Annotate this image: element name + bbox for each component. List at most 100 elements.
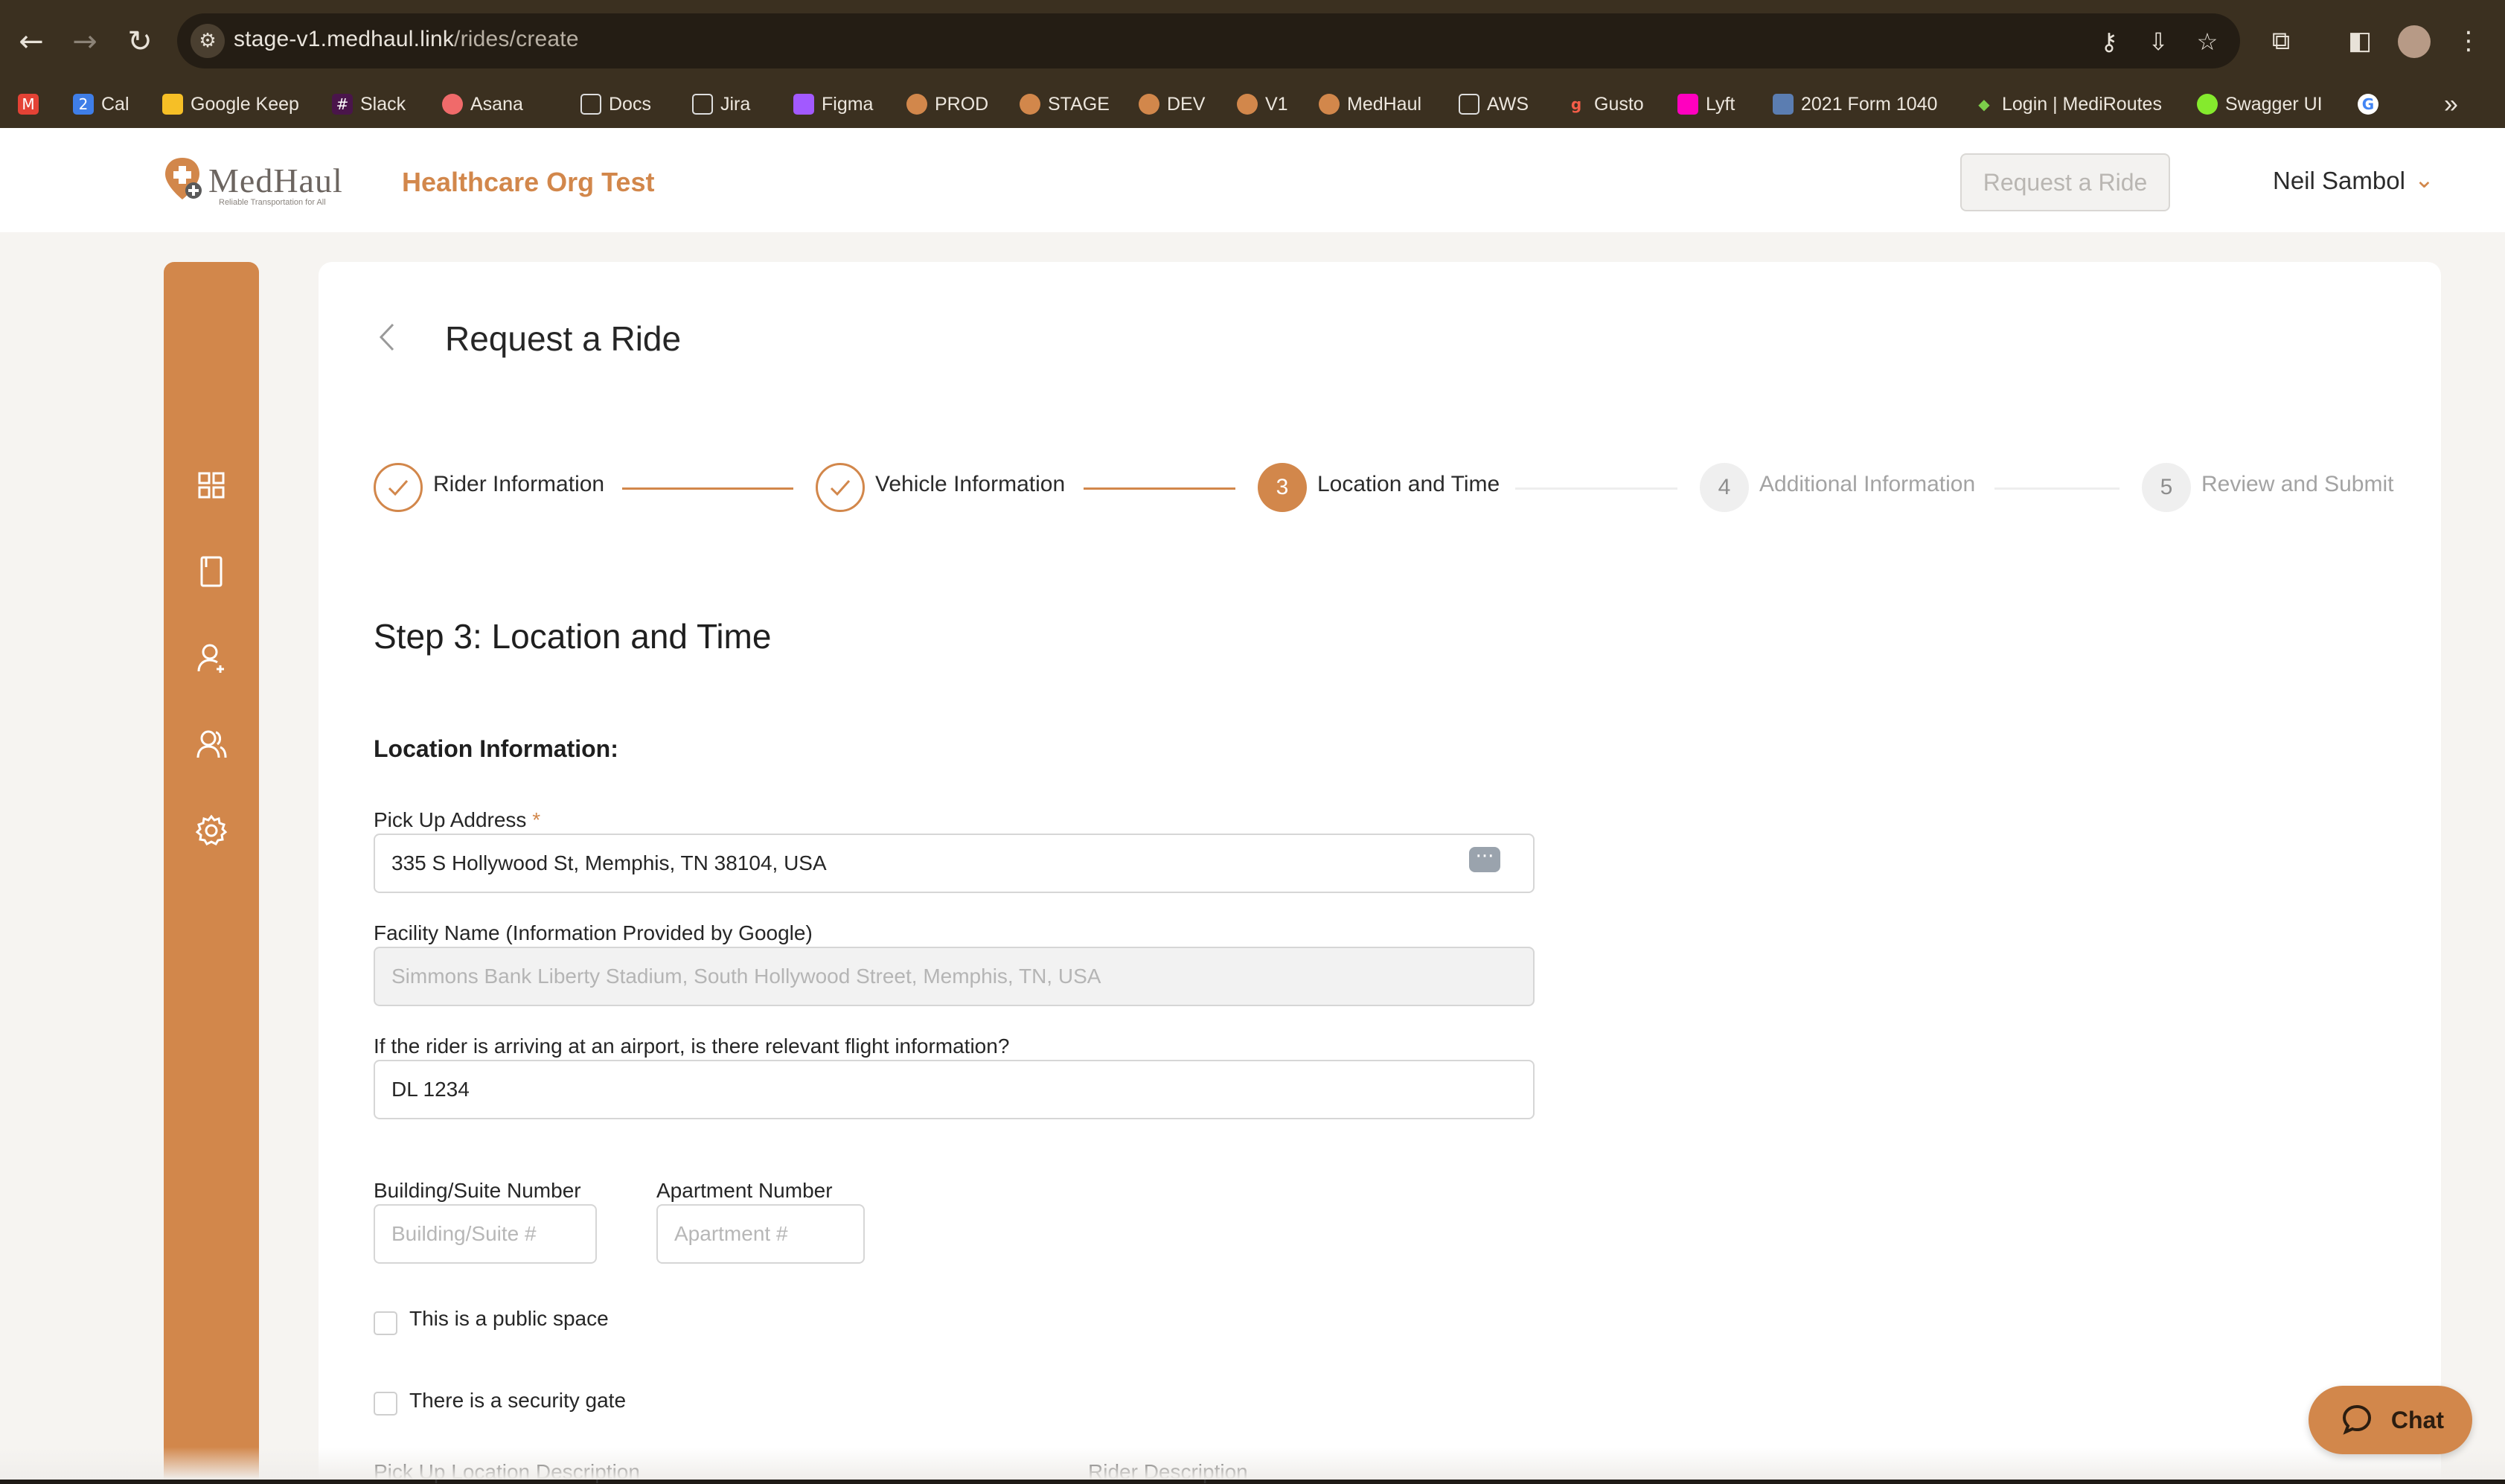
medhaul-icon bbox=[906, 94, 927, 115]
star-icon[interactable]: ☆ bbox=[2191, 25, 2224, 58]
public-space-label[interactable]: This is a public space bbox=[409, 1307, 609, 1331]
keep-icon bbox=[162, 94, 183, 115]
app-header: MedHaul Reliable Transportation for All … bbox=[0, 128, 2505, 232]
site-settings-icon[interactable]: ⚙ bbox=[191, 24, 225, 58]
medhaul-icon bbox=[1237, 94, 1258, 115]
chevron-down-icon[interactable]: ⌄ bbox=[2414, 165, 2434, 194]
bookmarks-bar: M 2 Cal Google Keep # Slack Asana Docs Jir… bbox=[0, 82, 2505, 128]
back-chevron-icon[interactable] bbox=[372, 319, 402, 356]
bookmark-jira[interactable]: Jira bbox=[692, 89, 750, 119]
step-1-check-icon[interactable] bbox=[374, 463, 423, 512]
side-panel-icon[interactable]: ◧ bbox=[2341, 22, 2378, 60]
step-1-label[interactable]: Rider Information bbox=[433, 472, 604, 497]
step-4-number[interactable]: 4 bbox=[1700, 463, 1749, 512]
apartment-number-label: Apartment Number bbox=[656, 1179, 833, 1202]
pickup-address-input[interactable]: 335 S Hollywood St, Memphis, TN 38104, U… bbox=[374, 834, 1535, 893]
settings-gear-icon[interactable] bbox=[191, 810, 232, 851]
bookmark-mediroutes[interactable]: ◆ Login | MediRoutes bbox=[1974, 89, 2162, 119]
step-connector bbox=[622, 487, 793, 490]
dashboard-grid-icon[interactable] bbox=[191, 464, 232, 506]
section-heading: Location Information: bbox=[374, 735, 618, 762]
bookmark-dev[interactable]: DEV bbox=[1139, 89, 1205, 119]
riders-icon[interactable] bbox=[191, 723, 232, 765]
security-gate-checkbox[interactable] bbox=[374, 1392, 397, 1416]
bookmark-aws[interactable]: AWS bbox=[1459, 89, 1529, 119]
asana-icon bbox=[442, 94, 463, 115]
security-gate-label[interactable]: There is a security gate bbox=[409, 1389, 626, 1413]
folder-icon bbox=[580, 94, 601, 115]
bookmark-google[interactable]: G bbox=[2358, 89, 2386, 119]
bookmark-asana[interactable]: Asana bbox=[442, 89, 523, 119]
medhaul-icon bbox=[1020, 94, 1040, 115]
logo-wordmark: MedHaul bbox=[208, 161, 343, 199]
public-space-checkbox[interactable] bbox=[374, 1311, 397, 1335]
browser-profile-avatar[interactable] bbox=[2398, 25, 2431, 58]
book-icon[interactable] bbox=[191, 551, 232, 592]
user-menu[interactable]: Neil Sambol bbox=[2273, 167, 2405, 195]
step-3-number[interactable]: 3 bbox=[1258, 463, 1307, 512]
bookmark-slack[interactable]: # Slack bbox=[332, 89, 406, 119]
logo-pin-icon bbox=[165, 158, 202, 199]
bookmark-swagger[interactable]: Swagger UI bbox=[2197, 89, 2323, 119]
extensions-icon[interactable]: ⧉ bbox=[2262, 22, 2300, 60]
bookmark-lyft[interactable]: Lyft bbox=[1677, 89, 1735, 119]
swagger-icon bbox=[2197, 94, 2218, 115]
slack-icon: # bbox=[332, 94, 353, 115]
medhaul-icon bbox=[1319, 94, 1340, 115]
request-ride-header-button[interactable]: Request a Ride bbox=[1960, 153, 2170, 211]
step-heading: Step 3: Location and Time bbox=[374, 617, 772, 656]
building-suite-label: Building/Suite Number bbox=[374, 1179, 581, 1202]
bookmarks-overflow-icon[interactable]: » bbox=[2444, 89, 2458, 119]
bookmark-docs[interactable]: Docs bbox=[580, 89, 651, 119]
step-4-label[interactable]: Additional Information bbox=[1759, 472, 1975, 497]
back-arrow-icon[interactable]: ← bbox=[10, 21, 52, 63]
step-connector bbox=[1084, 487, 1235, 490]
step-5-label[interactable]: Review and Submit bbox=[2201, 472, 2393, 497]
url-text[interactable]: stage-v1.medhaul.link/rides/create bbox=[234, 27, 579, 52]
lyft-icon bbox=[1677, 94, 1698, 115]
bookmark-figma[interactable]: Figma bbox=[793, 89, 873, 119]
bookmark-gmail[interactable]: M bbox=[18, 89, 46, 119]
flight-info-input[interactable]: DL 1234 bbox=[374, 1060, 1535, 1119]
gusto-icon: g bbox=[1570, 95, 1582, 113]
apartment-number-input[interactable]: Apartment # bbox=[656, 1204, 865, 1264]
bookmark-v1[interactable]: V1 bbox=[1237, 89, 1288, 119]
bookmark-medhaul[interactable]: MedHaul bbox=[1319, 89, 1421, 119]
kebab-menu-icon[interactable]: ⋮ bbox=[2450, 22, 2487, 60]
folder-icon bbox=[692, 94, 713, 115]
step-2-label[interactable]: Vehicle Information bbox=[875, 472, 1065, 497]
building-suite-input[interactable]: Building/Suite # bbox=[374, 1204, 597, 1264]
org-name: Healthcare Org Test bbox=[402, 167, 655, 197]
bookmark-prod[interactable]: PROD bbox=[906, 89, 988, 119]
folder-icon bbox=[1459, 94, 1479, 115]
forward-arrow-icon[interactable]: → bbox=[64, 21, 106, 63]
flight-info-label: If the rider is arriving at an airport, … bbox=[374, 1034, 1010, 1058]
bookmark-form-1040[interactable]: 2021 Form 1040 bbox=[1773, 89, 1937, 119]
bookmark-gusto[interactable]: g Gusto bbox=[1566, 89, 1644, 119]
facility-name-label: Facility Name (Information Provided by G… bbox=[374, 921, 813, 944]
pickup-address-label: Pick Up Address * bbox=[374, 808, 541, 831]
medhaul-logo[interactable]: MedHaul Reliable Transportation for All bbox=[162, 156, 363, 208]
address-bar[interactable]: ⚙ stage-v1.medhaul.link/rides/create ⚷ ⇩… bbox=[177, 13, 2240, 68]
chat-button[interactable]: Chat bbox=[2309, 1386, 2472, 1454]
calendar-icon: 2 bbox=[73, 94, 94, 115]
figma-icon bbox=[793, 94, 814, 115]
bookmark-cal[interactable]: 2 Cal bbox=[73, 89, 129, 119]
step-2-check-icon[interactable] bbox=[816, 463, 865, 512]
app-page: MedHaul Reliable Transportation for All … bbox=[0, 128, 2505, 1480]
browser-chrome: ← → ↻ ⚙ stage-v1.medhaul.link/rides/crea… bbox=[0, 0, 2505, 128]
sidebar bbox=[164, 262, 259, 1480]
bottom-fade bbox=[0, 1447, 2505, 1480]
reload-icon[interactable]: ↻ bbox=[119, 21, 161, 63]
add-user-icon[interactable] bbox=[191, 637, 232, 679]
install-icon[interactable]: ⇩ bbox=[2142, 25, 2175, 58]
address-options-icon[interactable]: ··· bbox=[1469, 847, 1500, 872]
bookmark-google-keep[interactable]: Google Keep bbox=[162, 89, 299, 119]
bookmark-stage[interactable]: STAGE bbox=[1020, 89, 1110, 119]
step-3-label[interactable]: Location and Time bbox=[1317, 472, 1500, 497]
browser-toolbar: ← → ↻ ⚙ stage-v1.medhaul.link/rides/crea… bbox=[0, 0, 2505, 82]
chat-label: Chat bbox=[2390, 1407, 2444, 1433]
google-icon: G bbox=[2358, 94, 2378, 115]
step-5-number[interactable]: 5 bbox=[2142, 463, 2191, 512]
key-icon[interactable]: ⚷ bbox=[2093, 25, 2125, 58]
